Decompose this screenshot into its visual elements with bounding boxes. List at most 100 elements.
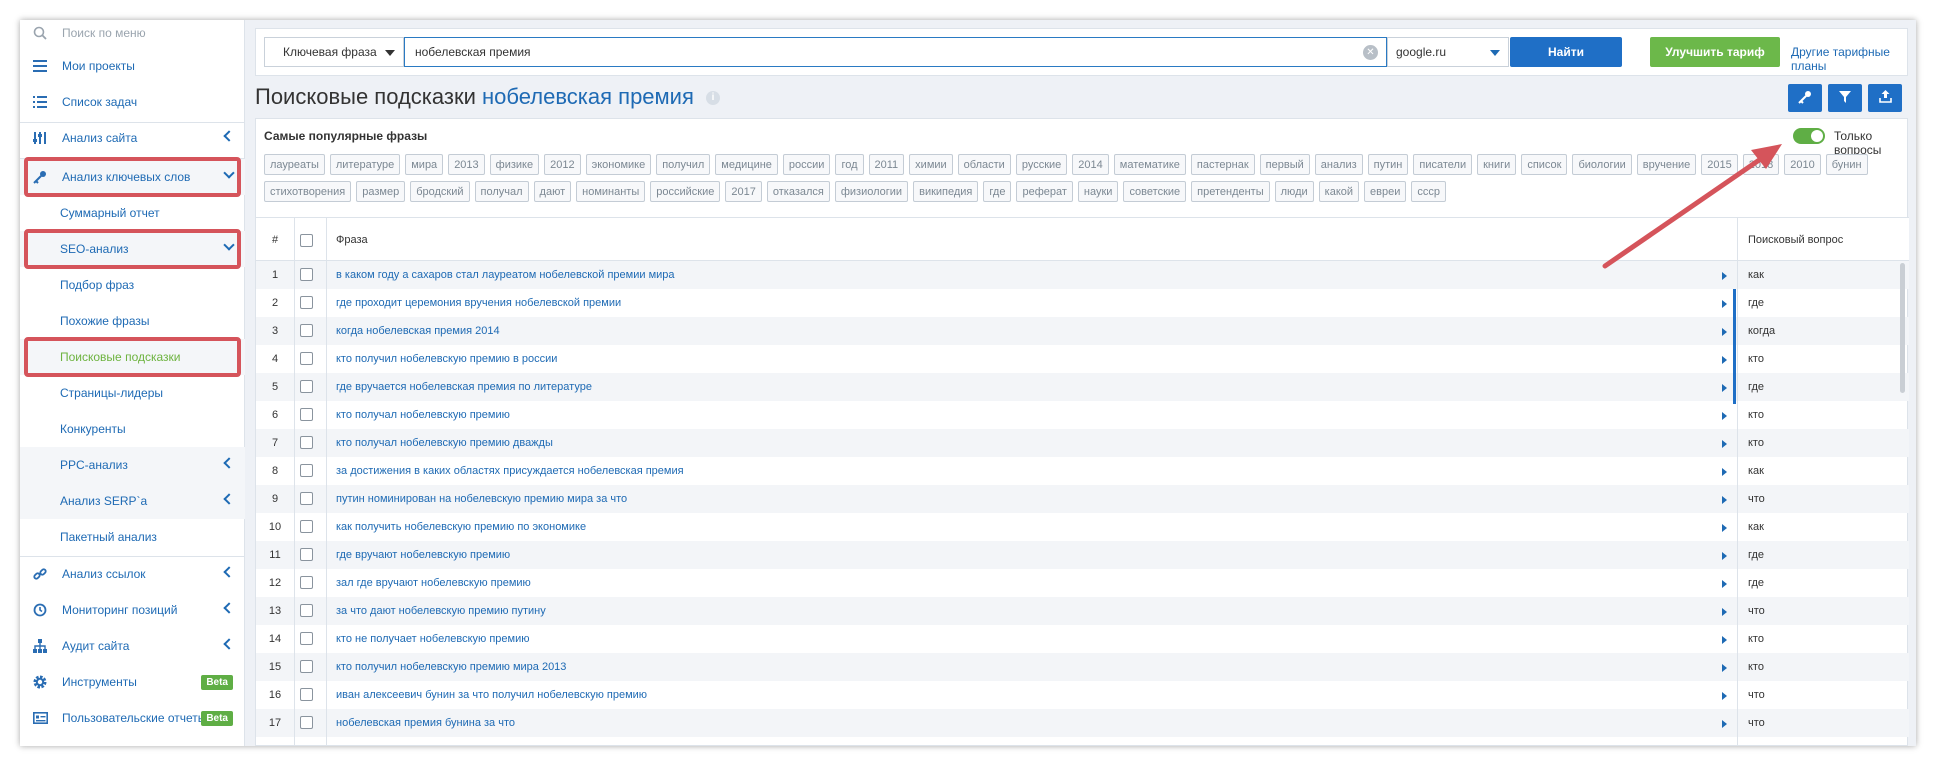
phrase-tag[interactable]: бродский: [410, 181, 470, 202]
sidebar-item-similar-phrases[interactable]: Похожие фразы: [20, 303, 245, 339]
row-checkbox[interactable]: [300, 296, 313, 309]
phrase-link[interactable]: кто получал нобелевскую премию дважды: [336, 429, 553, 457]
expand-arrow-icon[interactable]: [1722, 440, 1727, 448]
phrase-tag[interactable]: отказался: [766, 181, 830, 202]
row-checkbox[interactable]: [300, 408, 313, 421]
keys-button[interactable]: [1788, 84, 1822, 112]
sidebar-item-leader-pages[interactable]: Страницы-лидеры: [20, 375, 245, 411]
other-plans-link[interactable]: Другие тарифные планы: [1791, 45, 1907, 73]
sidebar-item-summary[interactable]: Суммарный отчет: [20, 195, 245, 231]
vertical-scrollbar[interactable]: [1900, 263, 1905, 393]
phrase-link[interactable]: кто не получает нобелевскую премию: [336, 625, 530, 653]
questions-only-toggle[interactable]: [1793, 128, 1825, 144]
row-checkbox[interactable]: [300, 688, 313, 701]
info-icon[interactable]: i: [706, 91, 720, 106]
table-row[interactable]: 7 кто получал нобелевскую премию дважды кт…: [256, 429, 1909, 457]
sidebar-item-link-analysis[interactable]: Анализ ссылок: [20, 556, 245, 592]
table-row[interactable]: 3 когда нобелевская премия 2014 когда: [256, 317, 1909, 345]
row-checkbox[interactable]: [300, 576, 313, 589]
phrase-tag[interactable]: википедия: [913, 181, 979, 202]
phrase-tag[interactable]: евреи: [1364, 181, 1407, 202]
find-button[interactable]: Найти: [1510, 37, 1622, 67]
phrase-tag[interactable]: биологии: [1572, 154, 1632, 175]
row-checkbox[interactable]: [300, 520, 313, 533]
phrase-link[interactable]: где вручается нобелевская премия по лите…: [336, 373, 592, 401]
phrase-link[interactable]: кто получал нобелевскую премию: [336, 401, 510, 429]
phrase-tag[interactable]: экономике: [585, 154, 652, 175]
search-type-select[interactable]: Ключевая фраза: [264, 37, 404, 67]
sidebar-item-site-analysis[interactable]: Анализ сайта: [20, 120, 245, 156]
phrase-tag[interactable]: литературе: [329, 154, 401, 175]
expand-arrow-icon[interactable]: [1722, 636, 1727, 644]
phrase-tag[interactable]: 2011: [868, 154, 905, 175]
row-checkbox[interactable]: [300, 632, 313, 645]
phrase-tag[interactable]: люди: [1274, 181, 1314, 202]
table-row[interactable]: 4 кто получил нобелевскую премию в россии…: [256, 345, 1909, 373]
phrase-tag[interactable]: медицине: [715, 154, 778, 175]
phrase-link[interactable]: когда нобелевская премия 2014: [336, 317, 500, 345]
expand-arrow-icon[interactable]: [1722, 720, 1727, 728]
phrase-tag[interactable]: 2013: [448, 154, 485, 175]
table-row[interactable]: 10 как получить нобелевскую премию по эко…: [256, 513, 1909, 541]
sidebar-item-site-audit[interactable]: Аудит сайта: [20, 628, 245, 664]
phrase-tag[interactable]: где: [983, 181, 1012, 202]
phrase-tag[interactable]: лауреаты: [264, 154, 325, 175]
phrase-tag[interactable]: мира: [405, 154, 444, 175]
phrase-link[interactable]: за что дают нобелевскую премию путину: [336, 597, 546, 625]
search-engine-select[interactable]: google.ru: [1387, 37, 1509, 67]
phrase-tag[interactable]: бунин: [1825, 154, 1868, 175]
menu-search[interactable]: Поиск по меню: [20, 20, 245, 46]
phrase-link[interactable]: кто получил нобелевскую премию в россии: [336, 345, 557, 373]
phrase-tag[interactable]: российские: [650, 181, 721, 202]
table-row[interactable]: 9 путин номинирован на нобелевскую премию…: [256, 485, 1909, 513]
row-checkbox[interactable]: [300, 324, 313, 337]
phrase-tag[interactable]: россии: [782, 154, 831, 175]
phrase-tag[interactable]: писатели: [1413, 154, 1473, 175]
sidebar-item-custom-reports[interactable]: Пользовательские отчеты Beta: [20, 700, 245, 736]
expand-arrow-icon[interactable]: [1722, 468, 1727, 476]
clear-icon[interactable]: ✕: [1363, 45, 1378, 60]
table-row[interactable]: 17 нобелевская премия бунина за что что: [256, 709, 1909, 737]
phrase-tag[interactable]: получал: [474, 181, 529, 202]
phrase-link[interactable]: зал где вручают нобелевскую премию: [336, 569, 531, 597]
table-row[interactable]: 13 за что дают нобелевскую премию путину ч…: [256, 597, 1909, 625]
expand-arrow-icon[interactable]: [1722, 664, 1727, 672]
phrase-tag[interactable]: советские: [1123, 181, 1187, 202]
expand-arrow-icon[interactable]: [1722, 580, 1727, 588]
phrase-link[interactable]: нобелевская премия бунина за что: [336, 709, 515, 737]
table-row[interactable]: 14 кто не получает нобелевскую премию кто: [256, 625, 1909, 653]
select-all-checkbox[interactable]: [300, 233, 313, 247]
row-checkbox[interactable]: [300, 716, 313, 729]
row-checkbox[interactable]: [300, 548, 313, 561]
phrase-tag[interactable]: год: [835, 154, 864, 175]
table-row[interactable]: 6 кто получал нобелевскую премию кто: [256, 401, 1909, 429]
header-phrase[interactable]: Фраза: [336, 218, 368, 262]
table-row[interactable]: 1 в каком году а сахаров стал лауреатом н…: [256, 261, 1909, 289]
sidebar-item-position-monitoring[interactable]: Мониторинг позиций: [20, 592, 245, 628]
row-checkbox[interactable]: [300, 268, 313, 281]
phrase-tag[interactable]: области: [957, 154, 1011, 175]
phrase-tag[interactable]: реферат: [1016, 181, 1073, 202]
row-checkbox[interactable]: [300, 436, 313, 449]
sidebar-item-tools[interactable]: Инструменты Beta: [20, 664, 245, 700]
phrase-tag[interactable]: русские: [1015, 154, 1068, 175]
phrase-tag[interactable]: путин: [1367, 154, 1409, 175]
expand-arrow-icon[interactable]: [1722, 356, 1727, 364]
table-row[interactable]: 15 кто получил нобелевскую премию мира 20…: [256, 653, 1909, 681]
phrase-tag[interactable]: 2015: [1701, 154, 1738, 175]
phrase-tag[interactable]: ссср: [1411, 181, 1446, 202]
sidebar-item-phrase-selection[interactable]: Подбор фраз: [20, 267, 245, 303]
sidebar-item-tasks[interactable]: Список задач: [20, 84, 245, 120]
phrase-link[interactable]: как получить нобелевскую премию по эконо…: [336, 513, 586, 541]
phrase-link[interactable]: где проходит церемония вручения нобелевс…: [336, 289, 621, 317]
table-row[interactable]: 5 где вручается нобелевская премия по лит…: [256, 373, 1909, 401]
table-row[interactable]: 12 зал где вручают нобелевскую премию где: [256, 569, 1909, 597]
phrase-tag[interactable]: 2014: [1072, 154, 1109, 175]
header-select-all[interactable]: [300, 218, 320, 262]
phrase-tag[interactable]: 2018: [1742, 154, 1780, 175]
menu-search-input[interactable]: Поиск по меню: [62, 26, 146, 40]
phrase-link[interactable]: кто получил нобелевскую премию мира 2013: [336, 653, 566, 681]
expand-arrow-icon[interactable]: [1722, 692, 1727, 700]
table-row[interactable]: 16 иван алексеевич бунин за что получил н…: [256, 681, 1909, 709]
sidebar-item-projects[interactable]: Мои проекты: [20, 48, 245, 84]
